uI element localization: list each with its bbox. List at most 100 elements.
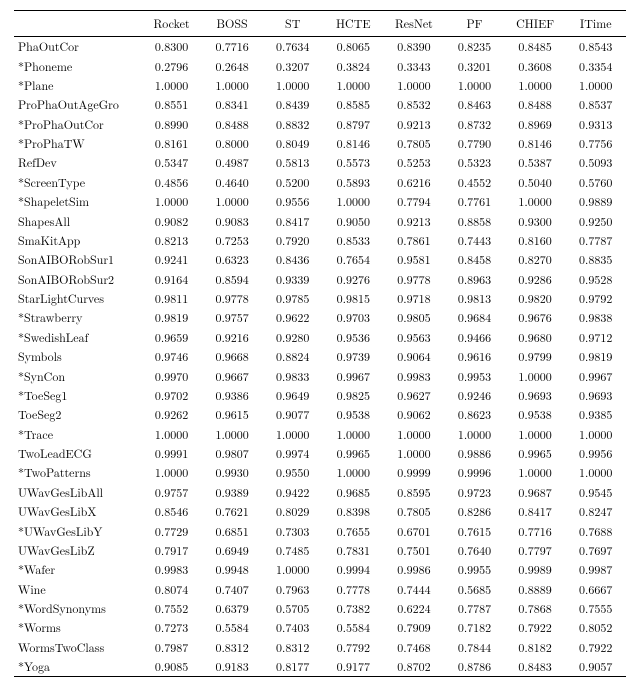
cell-value: 0.9250 [565,211,626,230]
cell-value: 0.8213 [141,231,202,250]
cell-value: 0.7403 [262,618,323,637]
cell-value: 0.7756 [565,134,626,153]
cell-value: 0.7792 [323,638,384,657]
cell-value: 0.9466 [444,328,505,347]
cell-value: 1.0000 [565,76,626,95]
cell-value: 0.8786 [444,657,505,677]
table-row: *Worms0.72730.55840.74030.55840.79090.71… [14,618,626,637]
cell-value: 0.9667 [202,366,263,385]
cell-value: 0.8832 [262,115,323,134]
cell-value: 0.7761 [444,192,505,211]
table-row: PhaOutCor0.83000.77160.76340.80650.83900… [14,37,626,57]
row-name: *UWavGesLibY [14,521,141,540]
cell-value: 0.9262 [141,405,202,424]
cell-value: 0.3824 [323,56,384,75]
cell-value: 0.9083 [202,211,263,230]
cell-value: 0.4552 [444,173,505,192]
table-row: SonAIBORobSur10.92410.63230.84360.76540.… [14,250,626,269]
table-row: *Wafer0.99830.99481.00000.99940.99860.99… [14,560,626,579]
cell-value: 0.8439 [262,95,323,114]
row-name: *Worms [14,618,141,637]
cell-value: 0.7868 [505,599,566,618]
cell-value: 0.7555 [565,599,626,618]
cell-value: 0.9693 [505,386,566,405]
cell-value: 0.7552 [141,599,202,618]
cell-value: 0.7640 [444,541,505,560]
cell-value: 0.8585 [323,95,384,114]
row-name: *Yoga [14,657,141,677]
col-header: PF [444,11,505,37]
cell-value: 0.9213 [384,115,445,134]
row-name: *SynCon [14,366,141,385]
row-name: ToeSeg2 [14,405,141,424]
cell-value: 0.7182 [444,618,505,637]
cell-value: 0.9216 [202,328,263,347]
row-name: *ProPhaOutCor [14,115,141,134]
cell-value: 0.8963 [444,270,505,289]
cell-value: 0.9616 [444,347,505,366]
cell-value: 0.7844 [444,638,505,657]
cell-value: 0.9050 [323,211,384,230]
table-row: *ProPhaTW0.81610.80000.80490.81460.78050… [14,134,626,153]
cell-value: 0.8286 [444,502,505,521]
cell-value: 0.8889 [505,580,566,599]
row-name: ProPhaOutAgeGro [14,95,141,114]
cell-value: 0.9956 [565,444,626,463]
cell-value: 0.9622 [262,308,323,327]
cell-value: 0.9965 [323,444,384,463]
table-row: WormsTwoClass0.79870.83120.83120.77920.7… [14,638,626,657]
cell-value: 0.9659 [141,328,202,347]
row-name: *ToeSeg1 [14,386,141,405]
cell-value: 0.9989 [505,560,566,579]
cell-value: 0.9792 [565,289,626,308]
cell-value: 0.9422 [262,483,323,502]
cell-value: 1.0000 [141,425,202,444]
table-row: TwoLeadECG0.99910.98070.99740.99651.0000… [14,444,626,463]
cell-value: 0.9994 [323,560,384,579]
row-name: *Plane [14,76,141,95]
cell-value: 0.7634 [262,37,323,57]
cell-value: 0.9339 [262,270,323,289]
table-row: Wine0.80740.74070.79630.77780.74440.5685… [14,580,626,599]
cell-value: 0.7273 [141,618,202,637]
cell-value: 0.7787 [444,599,505,618]
cell-value: 0.7831 [323,541,384,560]
cell-value: 0.9974 [262,444,323,463]
cell-value: 0.8312 [202,638,263,657]
table-row: *Plane1.00001.00001.00001.00001.00001.00… [14,76,626,95]
cell-value: 1.0000 [505,366,566,385]
cell-value: 0.8417 [505,502,566,521]
cell-value: 0.8436 [262,250,323,269]
cell-value: 0.9807 [202,444,263,463]
cell-value: 0.9581 [384,250,445,269]
cell-value: 0.9241 [141,250,202,269]
cell-value: 0.8052 [565,618,626,637]
cell-value: 1.0000 [323,192,384,211]
row-name: Wine [14,580,141,599]
cell-value: 0.9649 [262,386,323,405]
cell-value: 0.9712 [565,328,626,347]
cell-value: 0.8824 [262,347,323,366]
cell-value: 0.7920 [262,231,323,250]
cell-value: 0.7697 [565,541,626,560]
cell-value: 0.6701 [384,521,445,540]
cell-value: 0.6667 [565,580,626,599]
cell-value: 0.9833 [262,366,323,385]
cell-value: 0.9778 [384,270,445,289]
table-row: UWavGesLibAll0.97570.93890.94220.96850.8… [14,483,626,502]
row-name: SonAIBORobSur1 [14,250,141,269]
cell-value: 0.9723 [444,483,505,502]
cell-value: 0.9627 [384,386,445,405]
row-name: TwoLeadECG [14,444,141,463]
cell-value: 0.5573 [323,153,384,172]
cell-value: 0.9213 [384,211,445,230]
cell-value: 0.6379 [202,599,263,618]
cell-value: 1.0000 [444,425,505,444]
table-row: *Phoneme0.27960.26480.32070.38240.33430.… [14,56,626,75]
cell-value: 0.4640 [202,173,263,192]
cell-value: 0.9685 [323,483,384,502]
row-name: *SwedishLeaf [14,328,141,347]
cell-value: 0.9820 [505,289,566,308]
cell-value: 1.0000 [262,425,323,444]
cell-value: 0.9545 [565,483,626,502]
